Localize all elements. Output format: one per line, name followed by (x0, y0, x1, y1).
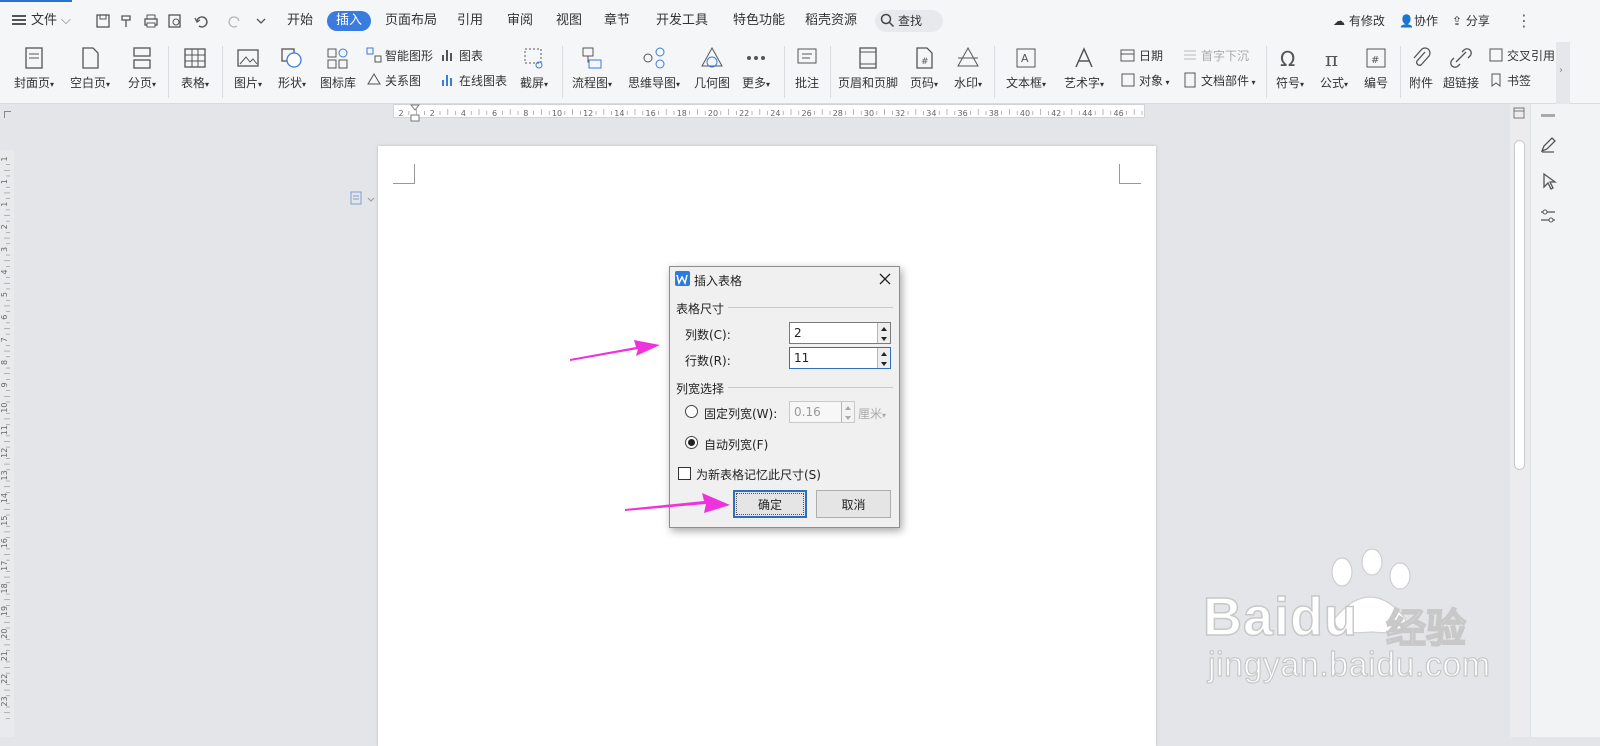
baidu-watermark: Baidu 经验 jingyan.baidu.com (1200, 548, 1600, 698)
annotation-arrow (625, 493, 730, 513)
annotation-arrow (570, 340, 660, 361)
watermark-url: jingyan.baidu.com (1207, 645, 1491, 684)
watermark-brand: Baidu (1202, 586, 1359, 648)
